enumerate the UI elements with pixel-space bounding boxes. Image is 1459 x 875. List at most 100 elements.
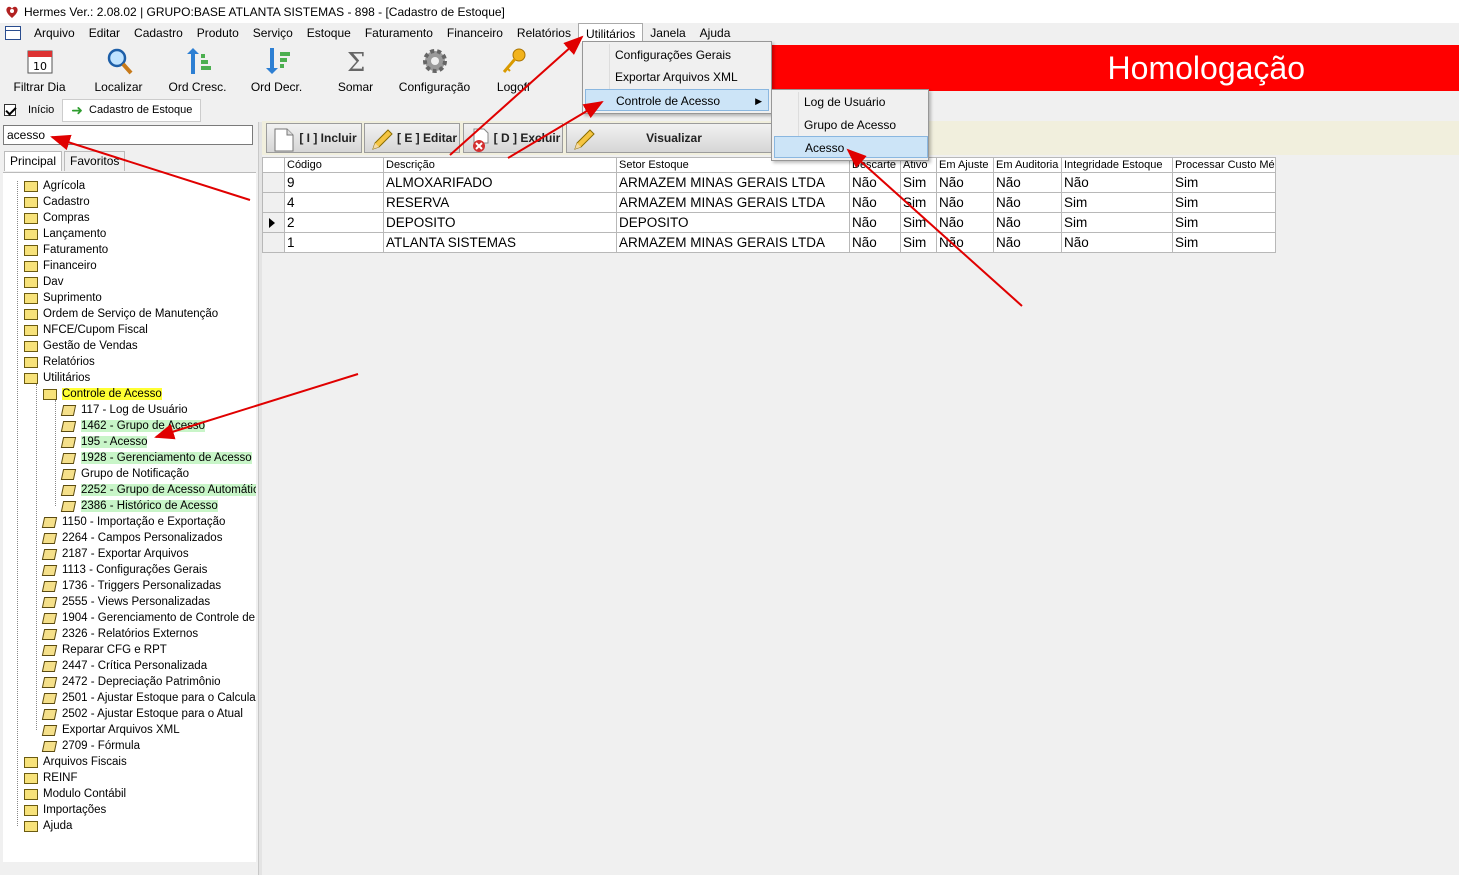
col-codigo-header[interactable]: Código — [284, 157, 384, 173]
menu-financeiro[interactable]: Financeiro — [440, 23, 510, 43]
tree-node[interactable]: Importações — [24, 802, 106, 818]
tree-node[interactable]: Faturamento — [24, 242, 108, 258]
cell-em-ajuste[interactable]: Não — [936, 212, 994, 233]
cell-em-auditoria[interactable]: Não — [993, 172, 1062, 193]
tree-node[interactable]: Exportar Arquivos XML — [41, 722, 180, 738]
menu-item-controle-de-acesso[interactable]: Controle de Acesso ▶ — [585, 89, 769, 111]
cell-processar-custo[interactable]: Sim — [1172, 172, 1276, 193]
row-indicator[interactable] — [262, 192, 285, 213]
row-indicator[interactable] — [262, 232, 285, 253]
tree-node[interactable]: 1150 - Importação e Exportação — [41, 514, 225, 530]
editar-button[interactable]: [ E ] Editar — [364, 123, 460, 153]
cell-em-ajuste[interactable]: Não — [936, 192, 994, 213]
tree-node[interactable]: Relatórios — [24, 354, 95, 370]
tree-node[interactable]: Suprimento — [24, 290, 102, 306]
excluir-button[interactable]: [ D ] Excluir — [463, 123, 563, 153]
tree-node[interactable]: Reparar CFG e RPT — [41, 642, 167, 658]
cell-em-ajuste[interactable]: Não — [936, 232, 994, 253]
col-integridade-estoque-header[interactable]: Integridade Estoque — [1061, 157, 1173, 173]
tree-node[interactable]: 2502 - Ajustar Estoque para o Atual — [41, 706, 243, 722]
menu-item-exportar-arquivos-xml[interactable]: Exportar Arquivos XML — [585, 66, 769, 88]
tree-node[interactable]: 2187 - Exportar Arquivos — [41, 546, 189, 562]
tab-cadastro-estoque[interactable]: ➜ Cadastro de Estoque — [62, 98, 202, 122]
cell-setor-estoque[interactable]: ARMAZEM MINAS GERAIS LTDA — [616, 232, 850, 253]
tree-node[interactable]: Arquivos Fiscais — [24, 754, 127, 770]
somar-button[interactable]: Σ Somar — [316, 43, 395, 98]
configuracao-button[interactable]: Configuração — [395, 43, 474, 98]
tree-node[interactable]: Ajuda — [24, 818, 72, 834]
menu-item-log-de-usuario[interactable]: Log de Usuário — [774, 91, 926, 113]
cell-em-auditoria[interactable]: Não — [993, 232, 1062, 253]
cell-processar-custo[interactable]: Sim — [1172, 212, 1276, 233]
cell-descarte[interactable]: Não — [849, 232, 901, 253]
tree-node[interactable]: Gestão de Vendas — [24, 338, 138, 354]
tree-node[interactable]: 2472 - Depreciação Patrimônio — [41, 674, 221, 690]
cell-em-auditoria[interactable]: Não — [993, 192, 1062, 213]
tree-node[interactable]: Cadastro — [24, 194, 90, 210]
tree-node[interactable]: 2386 - Histórico de Acesso — [60, 498, 218, 514]
cell-descricao[interactable]: RESERVA — [383, 192, 617, 213]
cell-integridade-estoque[interactable]: Sim — [1061, 212, 1173, 233]
cell-codigo[interactable]: 2 — [284, 212, 384, 233]
cell-descricao[interactable]: ATLANTA SISTEMAS — [383, 232, 617, 253]
cell-integridade-estoque[interactable]: Não — [1061, 232, 1173, 253]
cell-integridade-estoque[interactable]: Não — [1061, 172, 1173, 193]
menu-item-configuracoes-gerais[interactable]: Configurações Gerais — [585, 44, 769, 66]
table-row[interactable]: 4 RESERVA ARMAZEM MINAS GERAIS LTDA Não Sim N… — [262, 192, 1276, 213]
tree-node[interactable]: Agrícola — [24, 178, 85, 194]
tree-node[interactable]: Lançamento — [24, 226, 106, 242]
tree-node[interactable]: Grupo de Notificação — [60, 466, 189, 482]
localizar-button[interactable]: Localizar — [79, 43, 158, 98]
tree-node[interactable]: Controle de Acesso — [43, 386, 162, 402]
tree-node[interactable]: 1113 - Configurações Gerais — [41, 562, 207, 578]
cell-ativo[interactable]: Sim — [900, 172, 937, 193]
table-row[interactable]: 1 ATLANTA SISTEMAS ARMAZEM MINAS GERAIS L… — [262, 232, 1276, 253]
tree-node[interactable]: Financeiro — [24, 258, 97, 274]
cell-codigo[interactable]: 4 — [284, 192, 384, 213]
tree-node[interactable]: NFCE/Cupom Fiscal — [24, 322, 148, 338]
tree-node[interactable]: 195 - Acesso — [60, 434, 148, 450]
menu-estoque[interactable]: Estoque — [300, 23, 358, 43]
cell-em-ajuste[interactable]: Não — [936, 172, 994, 193]
cell-descarte[interactable]: Não — [849, 192, 901, 213]
col-em-ajuste-header[interactable]: Em Ajuste — [936, 157, 994, 173]
menu-relatorios[interactable]: Relatórios — [510, 23, 578, 43]
cell-descricao[interactable]: DEPOSITO — [383, 212, 617, 233]
cell-integridade-estoque[interactable]: Sim — [1061, 192, 1173, 213]
tree-node[interactable]: 1462 - Grupo de Acesso — [60, 418, 206, 434]
ord-decr-button[interactable]: Ord Decr. — [237, 43, 316, 98]
tab-inicio[interactable]: Início — [20, 104, 62, 116]
cell-descricao[interactable]: ALMOXARIFADO — [383, 172, 617, 193]
cell-ativo[interactable]: Sim — [900, 232, 937, 253]
logoff-button[interactable]: Logoff — [474, 43, 553, 98]
tree-node[interactable]: 1904 - Gerenciamento de Controle de C — [41, 610, 256, 626]
visualizar-button[interactable]: Visualizar — [566, 123, 772, 153]
menu-utilitarios[interactable]: Utilitários — [577, 23, 644, 43]
tree-node[interactable]: Modulo Contábil — [24, 786, 126, 802]
window-system-icon[interactable] — [5, 26, 21, 40]
inicio-checkbox[interactable] — [4, 104, 16, 116]
cell-codigo[interactable]: 9 — [284, 172, 384, 193]
tree-node[interactable]: 1928 - Gerenciamento de Acesso — [60, 450, 252, 466]
tree-node[interactable]: 2555 - Views Personalizadas — [41, 594, 210, 610]
menu-servico[interactable]: Serviço — [246, 23, 300, 43]
tree-node[interactable]: 117 - Log de Usuário — [60, 402, 188, 418]
tree-node[interactable]: Compras — [24, 210, 90, 226]
tree-node[interactable]: 2709 - Fórmula — [41, 738, 140, 754]
cell-ativo[interactable]: Sim — [900, 192, 937, 213]
col-descricao-header[interactable]: Descrição — [383, 157, 617, 173]
cell-processar-custo[interactable]: Sim — [1172, 192, 1276, 213]
menu-search-input[interactable]: acesso — [3, 125, 253, 145]
row-indicator[interactable] — [262, 172, 285, 193]
tree-node[interactable]: Ordem de Serviço de Manutenção — [24, 306, 218, 322]
cell-descarte[interactable]: Não — [849, 172, 901, 193]
col-em-auditoria-header[interactable]: Em Auditoria — [993, 157, 1062, 173]
menu-faturamento[interactable]: Faturamento — [358, 23, 440, 43]
tab-principal[interactable]: Principal — [4, 151, 63, 171]
tab-favoritos[interactable]: Favoritos — [64, 151, 126, 171]
table-row[interactable]: 9 ALMOXARIFADO ARMAZEM MINAS GERAIS LTDA Nã… — [262, 172, 1276, 193]
cell-ativo[interactable]: Sim — [900, 212, 937, 233]
table-row[interactable]: 2 DEPOSITO DEPOSITO Não Sim Não Não Sim Sim — [262, 212, 1276, 233]
menu-editar[interactable]: Editar — [82, 23, 127, 43]
menu-arquivo[interactable]: Arquivo — [27, 23, 82, 43]
